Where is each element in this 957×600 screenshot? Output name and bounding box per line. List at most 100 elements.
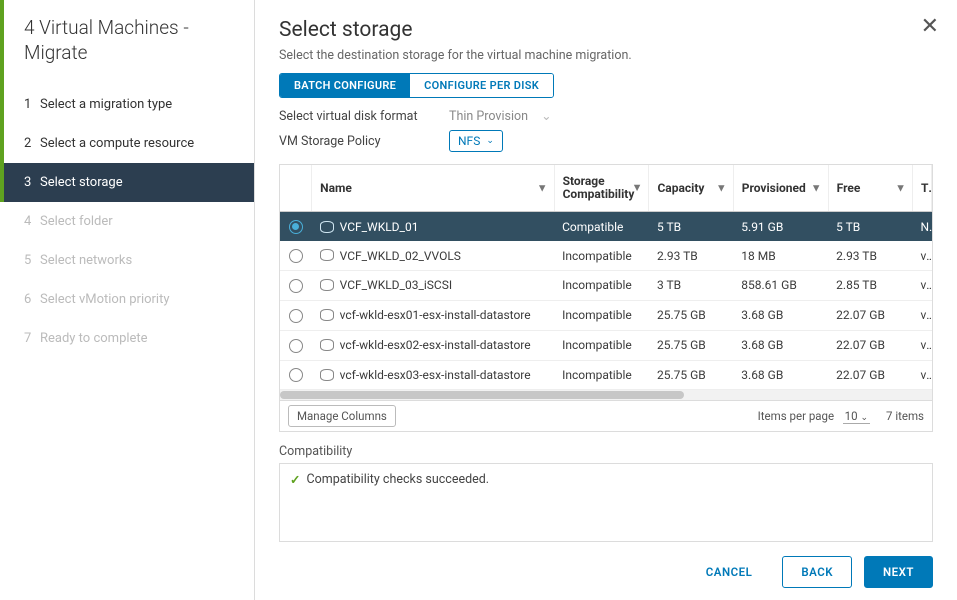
cell-provisioned: 3.68 GB — [733, 330, 828, 360]
chevron-down-icon: ⌄ — [541, 109, 551, 124]
datastore-name: vcf-wkld-esx02-esx-install-datastore — [340, 338, 531, 352]
cell-free: 22.07 GB — [828, 360, 912, 390]
datastore-icon — [320, 249, 334, 261]
step-ready-complete: 7 Ready to complete — [0, 319, 254, 358]
radio-button[interactable] — [289, 220, 303, 234]
disk-format-text: Thin Provision — [449, 109, 528, 124]
filter-icon[interactable]: ▼ — [811, 182, 822, 195]
cell-compat: Incompatible — [554, 300, 649, 330]
storage-policy-label: VM Storage Policy — [279, 134, 449, 149]
step-label: Select vMotion priority — [40, 292, 170, 307]
col-capacity[interactable]: Capacity ▼ — [649, 165, 733, 212]
datastore-icon — [320, 221, 334, 233]
step-number: 1 — [24, 97, 31, 112]
cell-compat: Compatible — [554, 212, 649, 241]
step-compute-resource[interactable]: 2 Select a compute resource — [0, 124, 254, 163]
cell-provisioned: 3.68 GB — [733, 300, 828, 330]
step-select-storage[interactable]: 3 Select storage — [0, 163, 254, 202]
datastore-name: VCF_WKLD_01 — [340, 220, 419, 234]
compatibility-label: Compatibility — [279, 444, 933, 459]
step-vmotion-priority: 6 Select vMotion priority — [0, 280, 254, 319]
check-icon: ✓ — [290, 472, 300, 488]
cancel-button[interactable]: CANCEL — [688, 557, 771, 587]
radio-button[interactable] — [289, 279, 303, 293]
step-label: Select networks — [40, 253, 132, 268]
manage-columns-button[interactable]: Manage Columns — [288, 405, 396, 427]
step-number: 5 — [24, 253, 31, 268]
cell-compat: Incompatible — [554, 241, 649, 270]
cell-provisioned: 858.61 GB — [733, 271, 828, 301]
cell-compat: Incompatible — [554, 271, 649, 301]
col-truncated[interactable]: T — [912, 165, 931, 212]
cell-truncated: v — [912, 271, 931, 301]
col-truncated-label: T — [921, 181, 932, 195]
col-compat-label: Storage Compatibility — [563, 174, 635, 201]
table-row[interactable]: VCF_WKLD_01Compatible5 TB5.91 GB5 TBN — [280, 212, 932, 241]
filter-icon[interactable]: ▼ — [537, 182, 548, 195]
col-compat[interactable]: Storage Compatibility▼ — [554, 165, 649, 212]
scrollbar-thumb[interactable] — [280, 391, 684, 399]
datastore-name: VCF_WKLD_02_VVOLS — [340, 249, 461, 263]
cell-capacity: 25.75 GB — [649, 300, 733, 330]
col-provisioned-label: Provisioned — [742, 181, 806, 195]
chevron-down-icon: ⌄ — [860, 413, 868, 423]
step-migration-type[interactable]: 1 Select a migration type — [0, 85, 254, 124]
radio-button[interactable] — [289, 309, 303, 323]
col-capacity-label: Capacity — [657, 181, 704, 195]
filter-icon[interactable]: ▼ — [716, 182, 727, 195]
radio-button[interactable] — [289, 339, 303, 353]
cell-compat: Incompatible — [554, 330, 649, 360]
cell-truncated: v — [912, 300, 931, 330]
col-name-label: Name — [320, 181, 352, 195]
disk-format-value[interactable]: Thin Provision ⌄ — [449, 108, 589, 124]
configure-tabs: BATCH CONFIGURE CONFIGURE PER DISK — [279, 73, 554, 98]
cell-truncated: v — [912, 330, 931, 360]
filter-icon[interactable]: ▼ — [632, 182, 643, 194]
step-label: Select a compute resource — [40, 136, 194, 151]
radio-button[interactable] — [289, 368, 303, 382]
cell-free: 2.85 TB — [828, 271, 912, 301]
step-number: 4 — [24, 214, 31, 229]
cell-capacity: 25.75 GB — [649, 360, 733, 390]
cell-provisioned: 18 MB — [733, 241, 828, 270]
horizontal-scrollbar[interactable] — [280, 390, 932, 400]
storage-policy-select[interactable]: NFS ⌄ — [449, 130, 503, 152]
tab-batch-configure[interactable]: BATCH CONFIGURE — [280, 74, 410, 97]
cell-capacity: 25.75 GB — [649, 330, 733, 360]
radio-button[interactable] — [289, 249, 303, 263]
table-row[interactable]: vcf-wkld-esx01-esx-install-datastoreInco… — [280, 300, 932, 330]
table-row[interactable]: VCF_WKLD_02_VVOLSIncompatible2.93 TB18 M… — [280, 241, 932, 270]
table-row[interactable]: VCF_WKLD_03_iSCSIIncompatible3 TB858.61 … — [280, 271, 932, 301]
table-row[interactable]: vcf-wkld-esx03-esx-install-datastoreInco… — [280, 360, 932, 390]
table-row[interactable]: vcf-wkld-esx02-esx-install-datastore Inco… — [280, 330, 932, 360]
next-button[interactable]: NEXT — [864, 556, 933, 588]
compatibility-panel: ✓ Compatibility checks succeeded. — [279, 463, 933, 542]
disk-format-label: Select virtual disk format — [279, 109, 449, 124]
cell-truncated: v — [912, 360, 931, 390]
col-provisioned[interactable]: Provisioned ▼ — [733, 165, 828, 212]
step-label: Select a migration type — [40, 97, 172, 112]
filter-icon[interactable]: ▼ — [895, 182, 906, 195]
step-label: Ready to complete — [40, 331, 148, 346]
datastore-table: Name▼ Storage Compatibility▼ Capacity▼ P… — [279, 164, 933, 401]
cell-capacity: 5 TB — [649, 212, 733, 241]
col-free[interactable]: Free ▼ — [828, 165, 912, 212]
step-select-networks: 5 Select networks — [0, 241, 254, 280]
cell-truncated: v — [912, 241, 931, 270]
items-per-page-select[interactable]: 10 ⌄ — [843, 409, 870, 424]
tab-configure-per-disk[interactable]: CONFIGURE PER DISK — [410, 74, 553, 97]
cell-provisioned: 5.91 GB — [733, 212, 828, 241]
close-icon[interactable]: ✕ — [921, 14, 939, 39]
col-free-label: Free — [837, 181, 861, 195]
cell-capacity: 3 TB — [649, 271, 733, 301]
col-name[interactable]: Name ▼ — [312, 165, 554, 212]
step-number: 3 — [24, 175, 31, 190]
chevron-down-icon: ⌄ — [486, 136, 494, 146]
back-button[interactable]: BACK — [782, 556, 852, 588]
col-select — [280, 165, 312, 212]
step-label: Select storage — [40, 175, 123, 190]
storage-policy-value: NFS — [458, 134, 480, 148]
items-per-page-value: 10 — [845, 409, 858, 423]
cell-provisioned: 3.68 GB — [733, 360, 828, 390]
page-title: Select storage — [279, 18, 933, 42]
